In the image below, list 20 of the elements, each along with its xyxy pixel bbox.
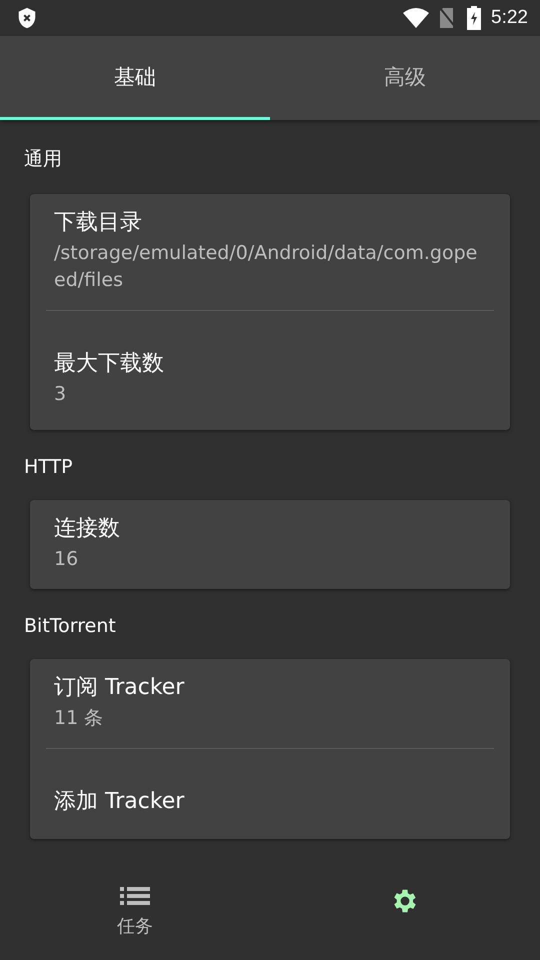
clock: 5:22 [491, 7, 528, 29]
setting-title[interactable]: 添加 Tracker [54, 787, 486, 817]
tab[interactable]: 基础 [0, 36, 270, 120]
setting-title[interactable]: 下载目录 [54, 208, 486, 238]
setting-value: 11 条 [54, 706, 104, 731]
setting-title[interactable]: 订阅 Tracker [54, 673, 486, 703]
nav-item[interactable]: 任务 [0, 846, 270, 960]
setting-value: 16 [54, 547, 80, 572]
setting-value: /storage/emulated/0/Android/data/com.gopeed/files [54, 241, 478, 293]
section-title: HTTP [24, 456, 74, 478]
section-title: 通用 [24, 147, 63, 172]
setting-title[interactable]: 最大下载数 [54, 349, 486, 379]
wifi-icon [403, 8, 430, 28]
battery-charging-icon [467, 6, 482, 30]
section-title: BitTorrent [24, 615, 117, 637]
setting-title[interactable]: 连接数 [54, 514, 486, 544]
list-icon [120, 886, 150, 906]
setting-value: 3 [54, 382, 68, 407]
shield-icon [16, 7, 38, 29]
tab[interactable]: 高级 [270, 36, 540, 120]
